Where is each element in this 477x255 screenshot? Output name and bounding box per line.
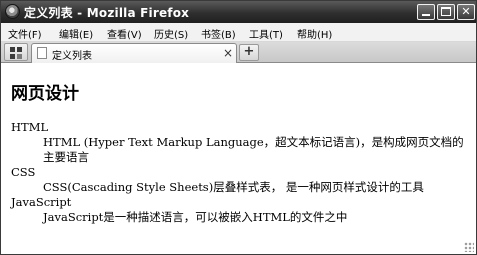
minimize-button[interactable] — [417, 4, 435, 20]
new-tab-button[interactable]: + — [239, 44, 259, 61]
definition-term-javascript: JavaScript — [11, 195, 72, 209]
menu-tools[interactable]: 工具(T) — [249, 26, 283, 41]
tab-bar: 定义列表 × + — [1, 42, 476, 63]
tab-groups-button[interactable] — [4, 43, 28, 61]
page-content: 网页设计 HTML HTML (Hyper Text Markup Langua… — [1, 63, 476, 254]
menu-bar: 文件(F) 编辑(E) 查看(V) 历史(S) 书签(B) 工具(T) 帮助(H… — [1, 23, 476, 42]
definition-term-css: CSS — [11, 165, 36, 179]
definition-description-javascript: JavaScript是一种描述语言，可以被嵌入HTML的文件之中 — [43, 210, 348, 224]
firefox-icon — [5, 4, 20, 19]
menu-view[interactable]: 查看(V) — [107, 26, 142, 41]
minimize-icon — [422, 14, 430, 16]
title-bar[interactable]: 定义列表 - Mozilla Firefox ✕ — [1, 1, 476, 23]
close-icon: ✕ — [461, 5, 471, 18]
tab-active[interactable]: 定义列表 × — [31, 43, 237, 63]
resize-grip-icon[interactable] — [464, 242, 474, 252]
maximize-button[interactable] — [437, 4, 455, 20]
menu-history[interactable]: 历史(S) — [154, 26, 188, 41]
window-title: 定义列表 - Mozilla Firefox — [24, 6, 190, 20]
menu-edit[interactable]: 编辑(E) — [59, 26, 93, 41]
tab-close-icon[interactable]: × — [223, 45, 233, 61]
definition-description-html: HTML (Hyper Text Markup Language，超文本标记语言… — [43, 135, 464, 164]
browser-window: 定义列表 - Mozilla Firefox ✕ 文件(F) 编辑(E) 查看(… — [0, 0, 477, 255]
menu-file[interactable]: 文件(F) — [8, 26, 42, 41]
close-button[interactable]: ✕ — [457, 4, 475, 20]
page-heading: 网页设计 — [11, 84, 79, 104]
definition-description-css: CSS(Cascading Style Sheets)层叠样式表， 是一种网页样… — [43, 180, 424, 194]
definition-list: HTML HTML (Hyper Text Markup Language，超文… — [11, 120, 471, 225]
menu-bookmarks[interactable]: 书签(B) — [201, 26, 236, 41]
page-icon — [37, 47, 47, 59]
tab-groups-icon — [10, 47, 15, 52]
maximize-icon — [441, 7, 451, 16]
menu-help[interactable]: 帮助(H) — [297, 26, 332, 41]
tab-title: 定义列表 — [52, 51, 92, 62]
definition-term-html: HTML — [11, 120, 49, 134]
